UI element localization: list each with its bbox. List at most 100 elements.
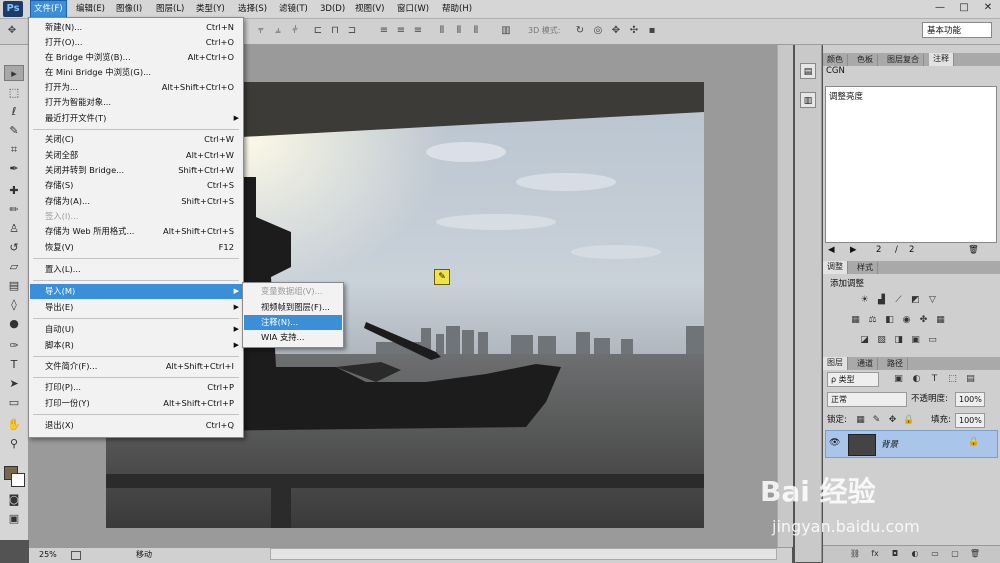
marquee-tool-icon[interactable]: ⬚ xyxy=(4,85,24,101)
distribute-right-icon[interactable]: ⦀ xyxy=(470,25,482,37)
eyedropper-tool-icon[interactable]: ✒ xyxy=(4,161,24,177)
3d-roll-icon[interactable]: ◎ xyxy=(592,25,604,37)
menu-save[interactable]: 存储(S) Ctrl+S xyxy=(30,178,242,193)
filter-pixel-icon[interactable]: ▣ xyxy=(893,374,904,385)
distribute-bottom-icon[interactable]: ≡ xyxy=(412,25,424,37)
menu-print-one-copy[interactable]: 打印一份(Y) Alt+Shift+Ctrl+P xyxy=(30,396,242,411)
history-brush-tool-icon[interactable]: ↺ xyxy=(4,240,24,256)
3d-rotate-icon[interactable]: ↻ xyxy=(574,25,586,37)
menu-type[interactable]: 类型(Y) xyxy=(193,1,228,17)
menu-recent-files[interactable]: 最近打开文件(T) ▶ xyxy=(30,111,242,126)
menu-browse-mini-bridge[interactable]: 在 Mini Bridge 中浏览(G)... xyxy=(30,65,242,80)
move-tool-icon[interactable]: ▸ xyxy=(4,65,24,81)
lock-position-icon[interactable]: ✥ xyxy=(887,415,898,426)
blend-mode-select[interactable]: 正常 xyxy=(827,392,907,407)
lock-transparent-icon[interactable]: ▦ xyxy=(855,415,866,426)
menu-close-go-bridge[interactable]: 关闭并转到 Bridge... Shift+Ctrl+W xyxy=(30,163,242,178)
menu-layer[interactable]: 图层(L) xyxy=(153,1,187,17)
gradient-tool-icon[interactable]: ▤ xyxy=(4,278,24,294)
menu-view[interactable]: 视图(V) xyxy=(352,1,387,17)
distribute-hcenter-icon[interactable]: ⦀ xyxy=(453,25,465,37)
distribute-top-icon[interactable]: ≡ xyxy=(378,25,390,37)
channel-mixer-icon[interactable]: ✤ xyxy=(918,315,929,326)
menu-save-for-web[interactable]: 存储为 Web 所用格式... Alt+Shift+Ctrl+S xyxy=(30,224,242,239)
tab-paths[interactable]: 路径 xyxy=(883,358,908,370)
submenu-wia-support[interactable]: WIA 支持... xyxy=(244,330,342,345)
menu-automate[interactable]: 自动(U) ▶ xyxy=(30,322,242,337)
status-menu-icon[interactable] xyxy=(71,551,81,560)
opacity-input[interactable]: 100% xyxy=(955,392,985,407)
auto-align-icon[interactable]: ▥ xyxy=(500,25,512,37)
blur-tool-icon[interactable]: ◊ xyxy=(4,297,24,313)
align-bottom-icon[interactable]: ⫩ xyxy=(289,25,301,37)
menu-filter[interactable]: 滤镜(T) xyxy=(276,1,311,17)
tab-styles[interactable]: 样式 xyxy=(853,262,878,274)
menu-file[interactable]: 文件(F) xyxy=(30,0,67,18)
3d-pan-icon[interactable]: ✥ xyxy=(610,25,622,37)
submenu-video-frames[interactable]: 视频帧到图层(F)... xyxy=(244,300,342,315)
tab-notes[interactable]: 注释 xyxy=(929,53,954,66)
menu-select[interactable]: 选择(S) xyxy=(235,1,270,17)
menu-close-all[interactable]: 关闭全部 Alt+Ctrl+W xyxy=(30,148,242,163)
background-color-swatch[interactable] xyxy=(11,473,25,487)
align-top-icon[interactable]: ⫧ xyxy=(255,25,267,37)
menu-scripts[interactable]: 脚本(R) ▶ xyxy=(30,338,242,353)
crop-tool-icon[interactable]: ⌗ xyxy=(4,142,24,158)
tab-color[interactable]: 颜色 xyxy=(823,54,848,66)
lock-all-icon[interactable]: 🔒 xyxy=(903,415,914,426)
exposure-icon[interactable]: ◩ xyxy=(910,295,921,306)
close-button[interactable]: ✕ xyxy=(978,1,998,15)
zoom-tool-icon[interactable]: ⚲ xyxy=(4,436,24,452)
move-tool-preset-icon[interactable]: ✥ xyxy=(6,25,18,37)
delete-layer-icon[interactable]: 🗑 xyxy=(969,548,981,560)
lock-pixels-icon[interactable]: ✎ xyxy=(871,415,882,426)
menu-browse-bridge[interactable]: 在 Bridge 中浏览(B)... Alt+Ctrl+O xyxy=(30,50,242,65)
menu-file-info[interactable]: 文件简介(F)... Alt+Shift+Ctrl+I xyxy=(30,359,242,374)
vibrance-icon[interactable]: ▽ xyxy=(927,295,938,306)
color-balance-icon[interactable]: ⚖ xyxy=(867,315,878,326)
selective-color-icon[interactable]: ▣ xyxy=(910,335,921,346)
dodge-tool-icon[interactable]: ● xyxy=(4,316,24,332)
quick-select-tool-icon[interactable]: ✎ xyxy=(4,123,24,139)
filter-shape-icon[interactable]: ⬚ xyxy=(947,374,958,385)
add-mask-icon[interactable]: ◘ xyxy=(889,548,901,560)
curves-icon[interactable]: ⟋ xyxy=(893,295,904,306)
minimize-button[interactable]: — xyxy=(930,1,950,15)
levels-icon[interactable]: ▟ xyxy=(876,295,887,306)
photo-filter-icon[interactable]: ◉ xyxy=(901,315,912,326)
layer-name[interactable]: 背景 xyxy=(881,438,898,450)
layer-row-background[interactable]: 👁 背景 🔒 xyxy=(825,430,998,458)
tab-swatches[interactable]: 色板 xyxy=(853,54,878,66)
menu-close[interactable]: 关闭(C) Ctrl+W xyxy=(30,132,242,147)
invert-icon[interactable]: ◪ xyxy=(859,335,870,346)
tab-layers[interactable]: 图层 xyxy=(823,357,848,370)
delete-note-icon[interactable]: 🗑 xyxy=(968,243,979,257)
posterize-icon[interactable]: ▧ xyxy=(876,335,887,346)
tab-adjustments[interactable]: 调整 xyxy=(823,261,848,274)
zoom-level[interactable]: 25% xyxy=(39,548,57,562)
3d-slide-icon[interactable]: ✣ xyxy=(628,25,640,37)
filter-adjustment-icon[interactable]: ◐ xyxy=(911,374,922,385)
align-vcenter-icon[interactable]: ⫨ xyxy=(272,25,284,37)
menu-edit[interactable]: 编辑(E) xyxy=(73,1,108,17)
filter-smart-object-icon[interactable]: ▤ xyxy=(965,374,976,385)
menu-save-as[interactable]: 存储为(A)... Shift+Ctrl+S xyxy=(30,194,242,209)
menu-open-smart-object[interactable]: 打开为智能对象... xyxy=(30,95,242,110)
menu-print[interactable]: 打印(P)... Ctrl+P xyxy=(30,380,242,395)
gradient-map-icon[interactable]: ▭ xyxy=(927,335,938,346)
history-panel-icon[interactable]: ▤ xyxy=(800,63,816,79)
align-right-icon[interactable]: ⊐ xyxy=(346,25,358,37)
link-layers-icon[interactable]: ⛓ xyxy=(849,548,861,560)
distribute-left-icon[interactable]: ⦀ xyxy=(436,25,448,37)
eye-icon[interactable]: 👁 xyxy=(829,438,840,448)
note-icon[interactable]: ✎ xyxy=(434,269,450,285)
menu-export[interactable]: 导出(E) ▶ xyxy=(30,300,242,315)
menu-3d[interactable]: 3D(D) xyxy=(317,1,348,17)
filter-type-icon[interactable]: T xyxy=(929,374,940,385)
hand-tool-icon[interactable]: ✋ xyxy=(4,417,24,433)
path-select-tool-icon[interactable]: ➤ xyxy=(4,376,24,392)
lasso-tool-icon[interactable]: ℓ xyxy=(4,104,24,120)
menu-import[interactable]: 导入(M) ▶ xyxy=(30,284,242,299)
properties-panel-icon[interactable]: ▥ xyxy=(800,92,816,108)
new-adjustment-icon[interactable]: ◐ xyxy=(909,548,921,560)
